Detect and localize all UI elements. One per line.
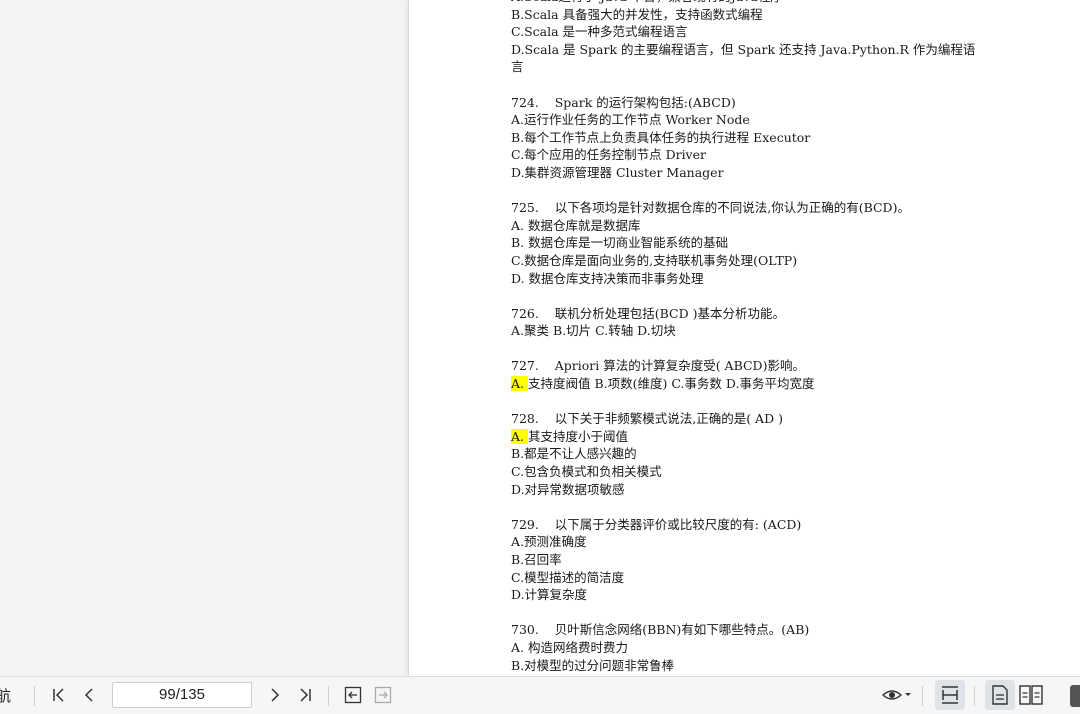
- text-line: C.数据仓库是面向业务的,支持联机事务处理(OLTP): [511, 252, 991, 270]
- line-text: 727. Apriori 算法的计算复杂度受( ABCD)影响。: [511, 358, 805, 374]
- line-text: 730. 贝叶斯信念网络(BBN)有如下哪些特点。(AB): [511, 622, 810, 638]
- line-text: C.模型描述的简洁度: [511, 569, 625, 585]
- text-line: 729. 以下属于分类器评价或比较尺度的有: (ACD): [511, 516, 991, 534]
- line-text: D. 数据仓库支持决策而非事务处理: [511, 270, 704, 286]
- last-page-icon[interactable]: [292, 682, 318, 708]
- text-line: 724. Spark 的运行架构包括:(ABCD): [511, 94, 991, 112]
- text-line: 727. Apriori 算法的计算复杂度受( ABCD)影响。: [511, 357, 991, 375]
- line-text: C.数据仓库是面向业务的,支持联机事务处理(OLTP): [511, 252, 798, 268]
- text-line: D.计算复杂度: [511, 586, 991, 604]
- single-page-icon[interactable]: [987, 682, 1013, 708]
- document-page: A.Scala运行于 Java 平台，兼容现有的Java程序 B.Scala 具备…: [408, 0, 1080, 676]
- text-line: C.包含负模式和负相关模式: [511, 463, 991, 481]
- text-line: C.每个应用的任务控制节点 Driver: [511, 146, 991, 164]
- text-line: A. 其支持度小于阈值: [511, 428, 991, 446]
- text-line: D. 数据仓库支持决策而非事务处理: [511, 270, 991, 288]
- navigation-label[interactable]: 航: [0, 685, 11, 706]
- line-text: 726. 联机分析处理包括(BCD )基本分析功能。: [511, 305, 785, 321]
- line-text: 729. 以下属于分类器评价或比较尺度的有: (ACD): [511, 516, 802, 532]
- line-text: 724. Spark 的运行架构包括:(ABCD): [511, 94, 736, 110]
- line-text: B.召回率: [511, 552, 562, 567]
- text-line: A. 构造网络费时费力: [511, 639, 991, 657]
- line-text: 支持度阀值 B.项数(维度) C.事务数 D.事务平均宽度: [527, 376, 815, 392]
- bottom-toolbar: 航 99/135: [0, 676, 1080, 714]
- toolbar-divider: [34, 686, 35, 706]
- text-line: 730. 贝叶斯信念网络(BBN)有如下哪些特点。(AB): [511, 621, 991, 639]
- line-text: A.Scala运行于 Java 平台，兼容现有的Java程序: [511, 0, 783, 4]
- line-text: D.集群资源管理器 Cluster Manager: [511, 164, 724, 180]
- line-text: C.包含负模式和负相关模式: [511, 464, 662, 480]
- text-line: 726. 联机分析处理包括(BCD )基本分析功能。: [511, 305, 991, 323]
- text-line: B.每个工作节点上负责具体任务的执行进程 Executor: [511, 129, 991, 147]
- line-text: D.对异常数据项敏感: [511, 481, 625, 497]
- text-line: D.Scala 是 Spark 的主要编程语言，但 Spark 还支持 Java…: [511, 41, 991, 59]
- eye-icon[interactable]: [878, 682, 914, 708]
- text-line: C.模型描述的简洁度: [511, 569, 991, 587]
- text-line: 725. 以下各项均是针对数据仓库的不同说法,你认为正确的有(BCD)。: [511, 199, 991, 217]
- next-page-icon[interactable]: [262, 682, 288, 708]
- first-page-icon[interactable]: [46, 682, 72, 708]
- text-line: 728. 以下关于非频繁模式说法,正确的是( AD ): [511, 410, 991, 428]
- line-text: B. 数据仓库是一切商业智能系统的基础: [511, 235, 729, 251]
- line-text: A. 构造网络费时费力: [511, 639, 628, 655]
- line-text: B.对模型的过分问题非常鲁棒: [511, 657, 675, 673]
- line-text: D.计算复杂度: [511, 587, 588, 603]
- line-text: A. 数据仓库就是数据库: [511, 217, 641, 233]
- text-line: A. 支持度阀值 B.项数(维度) C.事务数 D.事务平均宽度: [511, 375, 991, 393]
- line-text: C.Scala 是一种多范式编程语言: [511, 24, 688, 40]
- line-text: A.聚类 B.切片 C.转轴 D.切块: [511, 323, 676, 339]
- fit-width-icon[interactable]: [937, 682, 963, 708]
- two-page-icon[interactable]: [1018, 682, 1044, 708]
- toolbar-divider: [922, 686, 923, 706]
- text-line: B.都是不让人感兴趣的: [511, 445, 991, 463]
- zoom-slider-handle[interactable]: [1070, 685, 1080, 707]
- line-text: B.都是不让人感兴趣的: [511, 446, 637, 462]
- text-line: A.聚类 B.切片 C.转轴 D.切块: [511, 322, 991, 340]
- line-text: 728. 以下关于非频繁模式说法,正确的是( AD ): [511, 411, 783, 427]
- prev-page-icon[interactable]: [76, 682, 102, 708]
- line-text: B.每个工作节点上负责具体任务的执行进程 Executor: [511, 129, 811, 145]
- line-text: D.Scala 是 Spark 的主要编程语言，但 Spark 还支持 Java…: [511, 41, 976, 57]
- line-text: 725. 以下各项均是针对数据仓库的不同说法,你认为正确的有(BCD)。: [511, 200, 910, 216]
- left-pane: [0, 0, 408, 676]
- text-line: B.对模型的过分问题非常鲁棒: [511, 657, 991, 675]
- text-line: A. 数据仓库就是数据库: [511, 217, 991, 235]
- toolbar-divider: [328, 686, 329, 706]
- line-text: A.运行作业任务的工作节点 Worker Node: [511, 112, 750, 128]
- line-text: B.Scala 具备强大的并发性，支持函数式编程: [511, 6, 763, 22]
- forward-icon[interactable]: [370, 682, 396, 708]
- highlighted-text: A.: [511, 428, 528, 444]
- highlighted-text: A.: [511, 376, 528, 392]
- text-line: B. 数据仓库是一切商业智能系统的基础: [511, 234, 991, 252]
- text-line: A.运行作业任务的工作节点 Worker Node: [511, 111, 991, 129]
- line-text: C.每个应用的任务控制节点 Driver: [511, 147, 706, 163]
- page-number-input[interactable]: 99/135: [112, 682, 252, 708]
- line-text: 言: [511, 59, 524, 75]
- text-line: B.Scala 具备强大的并发性，支持函数式编程: [511, 6, 991, 24]
- back-icon[interactable]: [340, 682, 366, 708]
- text-line: A.预测准确度: [511, 533, 991, 551]
- text-line: D.集群资源管理器 Cluster Manager: [511, 164, 991, 182]
- document-content: A.Scala运行于 Java 平台，兼容现有的Java程序 B.Scala 具备…: [511, 0, 991, 674]
- text-line: D.对异常数据项敏感: [511, 481, 991, 499]
- line-text: 其支持度小于阈值: [527, 428, 628, 444]
- text-line: 言: [511, 58, 991, 76]
- line-text: A.预测准确度: [511, 534, 587, 550]
- text-line: B.召回率: [511, 551, 991, 569]
- toolbar-divider: [974, 686, 975, 706]
- text-line: C.Scala 是一种多范式编程语言: [511, 23, 991, 41]
